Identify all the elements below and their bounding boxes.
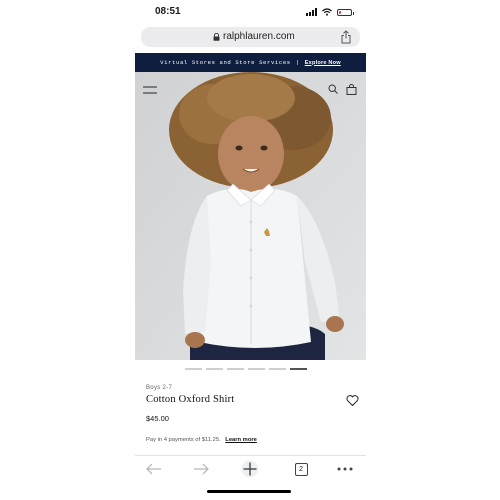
hamburger-icon[interactable] [143,86,157,95]
phone-screen: 08:51 ralphlauren.com Virtual Stores and… [135,0,366,500]
carousel-dot[interactable] [248,368,265,370]
installments-info: Pay in 4 payments of $11.25. Learn more [146,437,257,443]
carousel-dot[interactable] [185,368,202,370]
product-name: Cotton Oxford Shirt [146,394,235,405]
search-icon[interactable] [328,84,338,94]
promo-separator: | [295,59,300,66]
product-hero-image[interactable] [135,72,366,360]
carousel-indicator[interactable] [185,368,307,370]
product-price: $45.00 [146,414,169,423]
carousel-dot[interactable] [227,368,244,370]
battery-level [339,10,342,14]
battery-icon [337,8,354,16]
explore-now-link[interactable]: Explore Now [305,60,341,66]
carousel-dot[interactable] [206,368,223,370]
forward-arrow-icon [194,463,209,475]
status-icons [306,8,354,16]
more-dots-icon [337,467,353,471]
forward-button[interactable] [190,460,212,478]
status-bar: 08:51 [135,0,366,24]
browser-toolbar: 2 [135,455,366,484]
lock-icon [213,33,220,41]
learn-more-link[interactable]: Learn more [225,437,257,443]
share-icon[interactable] [340,30,352,44]
shopping-bag-icon[interactable] [346,84,357,95]
tabs-button[interactable]: 2 [290,460,312,478]
plus-icon [241,460,259,478]
back-arrow-icon [146,463,161,475]
boy-shirt-photo [135,72,366,360]
installments-text: Pay in 4 payments of $11.25. [146,437,221,443]
product-category: Boys 2-7 [146,385,173,391]
more-button[interactable] [334,460,356,478]
new-tab-button[interactable] [239,460,261,478]
heart-icon[interactable] [346,394,359,407]
url-text: ralphlauren.com [223,31,295,42]
promo-banner: Virtual Stores and Store Services | Expl… [135,53,366,72]
wifi-icon [322,8,332,16]
back-button[interactable] [143,460,165,478]
carousel-dot[interactable] [290,368,307,370]
carousel-dot[interactable] [269,368,286,370]
address-bar[interactable]: ralphlauren.com [141,27,360,47]
status-time: 08:51 [155,6,181,17]
tab-count: 2 [294,462,308,476]
promo-text: Virtual Stores and Store Services [160,59,291,66]
home-indicator[interactable] [207,490,291,493]
signal-icon [306,8,317,16]
